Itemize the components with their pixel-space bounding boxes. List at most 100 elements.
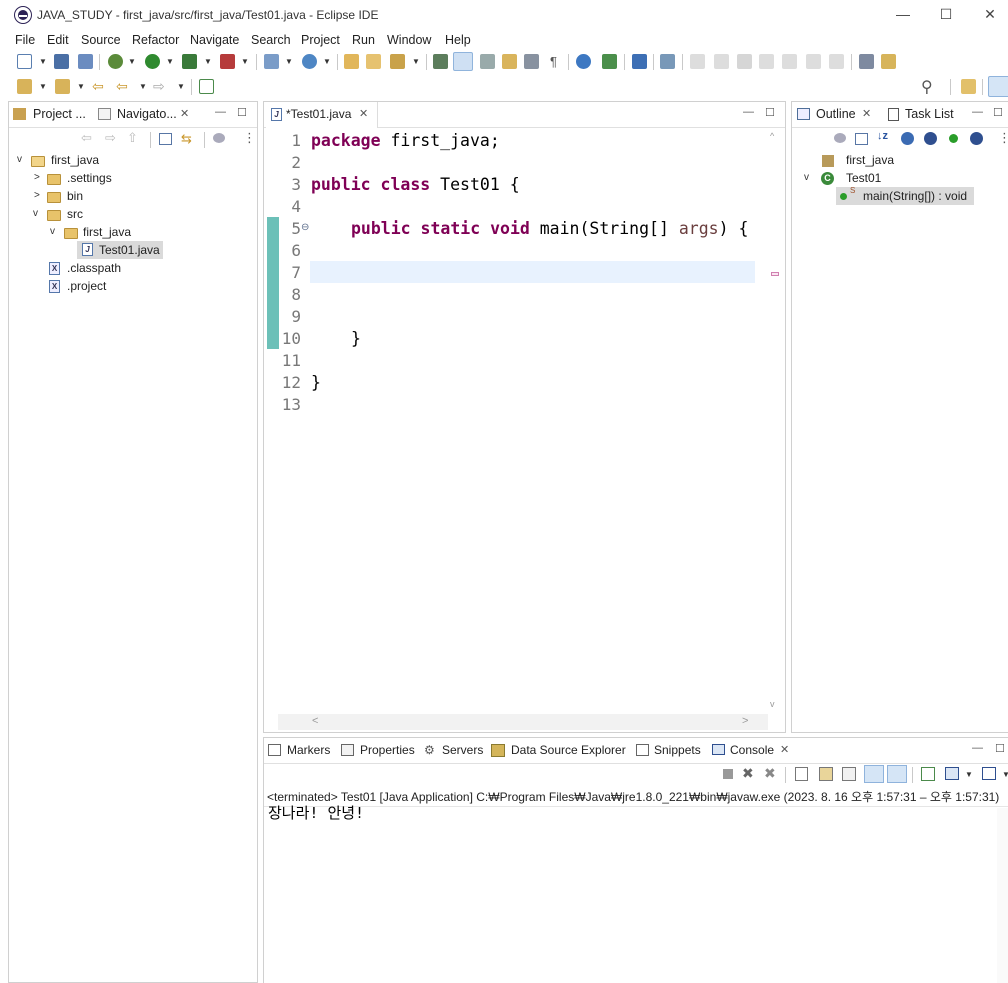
hide-nonpublic-icon[interactable] — [949, 134, 958, 143]
menu-edit[interactable]: Edit — [47, 33, 69, 47]
clear-console-icon[interactable] — [795, 767, 808, 781]
tree-item-src[interactable]: src — [67, 207, 83, 221]
new-class-icon[interactable] — [302, 54, 317, 69]
menu-file[interactable]: File — [15, 33, 35, 47]
show-stdout-icon[interactable] — [864, 765, 884, 783]
mark-occurrences-icon[interactable] — [453, 52, 473, 71]
chevron-down-icon[interactable]: v — [33, 208, 38, 219]
code-line-1[interactable]: package first_java; — [311, 131, 500, 150]
menu-help[interactable]: Help — [445, 33, 471, 47]
tab-properties[interactable]: Properties — [360, 743, 415, 757]
minimize-panel-icon[interactable]: — — [743, 106, 754, 118]
debug-dropdown-icon[interactable]: ▼ — [128, 57, 136, 66]
tab-console[interactable]: Console — [730, 743, 774, 757]
display-console-icon[interactable] — [945, 767, 959, 780]
maximize-panel-icon[interactable]: ☐ — [995, 742, 1005, 755]
tab-markers[interactable]: Markers — [287, 743, 330, 757]
minimize-panel-icon[interactable]: — — [215, 106, 226, 118]
open-console-icon[interactable] — [982, 767, 996, 780]
next-annotation-icon[interactable] — [502, 54, 517, 69]
code-editor[interactable]: 1 2 3 4 5 ⊖ 6 7 8 9 10 11 12 13 package … — [265, 129, 770, 717]
collapse-all-icon[interactable] — [159, 133, 172, 145]
close-console-icon[interactable]: ✕ — [780, 743, 789, 756]
run-last-icon[interactable] — [602, 54, 617, 69]
scroll-up-icon[interactable]: ^ — [770, 131, 774, 141]
open-type-icon[interactable] — [344, 54, 359, 69]
previous-annotation-icon[interactable] — [55, 79, 70, 94]
new-class-dropdown-icon[interactable]: ▼ — [323, 57, 331, 66]
minimize-panel-icon[interactable]: — — [972, 742, 983, 754]
tab-snippets[interactable]: Snippets — [654, 743, 701, 757]
run-dropdown-icon[interactable]: ▼ — [166, 57, 174, 66]
debug-icon[interactable] — [108, 54, 123, 69]
maximize-panel-icon[interactable]: ☐ — [765, 106, 775, 119]
editor-tab-label[interactable]: *Test01.java — [286, 107, 351, 121]
view-menu-icon[interactable]: ⋮ — [243, 130, 256, 146]
search-icon[interactable]: ⚲ — [921, 77, 933, 97]
maximize-panel-icon[interactable]: ☐ — [993, 106, 1003, 119]
code-line-3[interactable]: public class Test01 { — [311, 175, 520, 194]
minimize-button[interactable]: — — [893, 6, 913, 22]
outline-item-main-method[interactable]: main(String[]) : void — [863, 189, 967, 203]
console-view-icon[interactable] — [632, 54, 647, 69]
menu-refactor[interactable]: Refactor — [132, 33, 179, 47]
forward-icon[interactable]: ⇨ — [153, 78, 165, 95]
up-icon[interactable]: ⇧ — [127, 130, 138, 146]
step-into-icon[interactable] — [782, 54, 797, 69]
minimize-panel-icon[interactable]: — — [972, 106, 983, 118]
external-tools-icon[interactable] — [220, 54, 235, 69]
hide-static-icon[interactable] — [924, 132, 937, 145]
hide-fields-icon[interactable] — [901, 132, 914, 145]
block-selection-icon[interactable] — [480, 54, 495, 69]
horizontal-scrollbar[interactable]: < > — [278, 714, 768, 730]
web-browser-icon[interactable] — [576, 54, 591, 69]
tab-data-source-explorer[interactable]: Data Source Explorer — [511, 743, 626, 757]
console-output[interactable]: 장나라! 안녕! — [268, 802, 364, 823]
close-outline-icon[interactable]: ✕ — [862, 107, 871, 120]
save-icon[interactable] — [54, 54, 69, 69]
step-return-icon[interactable] — [829, 54, 844, 69]
pin-editor-icon[interactable] — [881, 54, 896, 69]
filter-icon[interactable] — [213, 133, 225, 143]
scroll-down-icon[interactable]: v — [770, 699, 775, 709]
link-editor-icon[interactable]: ⇆ — [181, 131, 192, 147]
resume-icon[interactable] — [690, 54, 705, 69]
coverage-icon[interactable] — [182, 54, 197, 69]
search-tool-icon[interactable] — [390, 54, 405, 69]
tab-navigator[interactable]: Navigato... — [117, 107, 177, 121]
new-dropdown-icon[interactable]: ▼ — [39, 57, 47, 66]
java-perspective-icon[interactable] — [988, 76, 1008, 97]
tree-item-project-file[interactable]: .project — [67, 279, 106, 293]
maximize-panel-icon[interactable]: ☐ — [237, 106, 247, 119]
menu-project[interactable]: Project — [301, 33, 340, 47]
chevron-right-icon[interactable]: > — [34, 190, 40, 201]
next-edit-icon[interactable] — [859, 54, 874, 69]
console-scrollbar[interactable] — [997, 808, 1008, 983]
menu-navigate[interactable]: Navigate — [190, 33, 239, 47]
suspend-icon[interactable] — [714, 54, 729, 69]
terminate-icon[interactable] — [723, 769, 733, 779]
show-whitespace-icon[interactable] — [524, 54, 539, 69]
search-dropdown-icon[interactable]: ▼ — [412, 57, 420, 66]
forward-icon[interactable]: ⇨ — [105, 130, 116, 146]
tab-servers[interactable]: Servers — [442, 743, 483, 757]
outline-item-package[interactable]: first_java — [846, 153, 894, 167]
overview-marker[interactable] — [771, 272, 779, 276]
tree-item-project[interactable]: first_java — [51, 153, 99, 167]
hide-local-types-icon[interactable] — [970, 132, 983, 145]
remove-all-launches-icon[interactable]: ✖ — [764, 765, 776, 782]
next-annotation-down-icon[interactable] — [17, 79, 32, 94]
view-menu-icon[interactable]: ⋮ — [998, 130, 1008, 146]
tree-item-test01[interactable]: Test01.java — [99, 243, 160, 257]
menu-source[interactable]: Source — [81, 33, 121, 47]
back-icon[interactable]: ⇦ — [116, 78, 128, 95]
new-icon[interactable] — [17, 54, 32, 69]
run-icon[interactable] — [145, 54, 160, 69]
tab-project-explorer[interactable]: Project ... — [33, 107, 86, 121]
chevron-down-icon[interactable]: v — [50, 226, 55, 237]
new-java-project-icon[interactable] — [264, 54, 279, 69]
chevron-down-icon[interactable]: v — [804, 172, 809, 183]
code-line-12[interactable]: } — [311, 373, 321, 392]
pin-icon[interactable] — [199, 79, 214, 94]
tab-outline[interactable]: Outline — [816, 107, 856, 121]
